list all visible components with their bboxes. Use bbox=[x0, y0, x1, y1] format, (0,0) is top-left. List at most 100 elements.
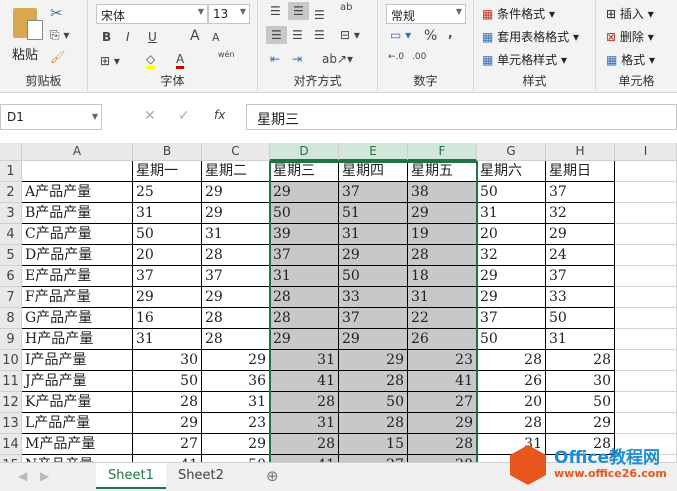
row-header[interactable]: 9 bbox=[0, 329, 22, 350]
table-cell[interactable]: 31 bbox=[546, 329, 615, 350]
column-header-e[interactable]: E bbox=[339, 143, 408, 161]
cancel-icon[interactable]: ✕ bbox=[144, 108, 156, 124]
table-cell[interactable] bbox=[615, 350, 677, 371]
table-cell[interactable]: 29 bbox=[339, 350, 408, 371]
table-cell[interactable]: 26 bbox=[408, 329, 477, 350]
column-header-i[interactable]: I bbox=[615, 143, 677, 161]
header-cell[interactable]: 星期六 bbox=[477, 161, 546, 182]
row-header[interactable]: 7 bbox=[0, 287, 22, 308]
table-cell[interactable]: 50 bbox=[546, 392, 615, 413]
shrink-font-button[interactable]: A bbox=[212, 31, 220, 44]
table-cell[interactable]: 29 bbox=[202, 287, 270, 308]
table-cell[interactable]: C产品产量 bbox=[22, 224, 133, 245]
table-cell[interactable]: 29 bbox=[202, 434, 270, 455]
scroll-left-icon[interactable]: ◀ bbox=[18, 469, 27, 483]
align-right-icon[interactable]: ☰ bbox=[314, 28, 325, 42]
merge-icon[interactable]: ⊟ ▾ bbox=[340, 28, 360, 42]
insert-button[interactable]: ⊞ 插入 ▾ bbox=[606, 5, 654, 22]
table-cell[interactable]: 29 bbox=[202, 182, 270, 203]
table-cell[interactable] bbox=[615, 287, 677, 308]
table-cell[interactable]: 20 bbox=[133, 245, 202, 266]
table-cell[interactable]: 29 bbox=[202, 350, 270, 371]
font-size-select[interactable]: 13 ▼ bbox=[208, 4, 250, 24]
name-box[interactable]: D1 ▼ bbox=[0, 104, 102, 130]
sheet-tab-sheet1[interactable]: Sheet1 bbox=[96, 463, 166, 489]
column-header-b[interactable]: B bbox=[133, 143, 202, 161]
align-bottom-icon[interactable]: ☰ bbox=[314, 8, 325, 22]
row-header[interactable]: 13 bbox=[0, 413, 22, 434]
number-format-select[interactable]: 常规 ▼ bbox=[386, 4, 466, 24]
table-cell[interactable]: 28 bbox=[202, 308, 270, 329]
table-cell[interactable]: 16 bbox=[133, 308, 202, 329]
table-cell[interactable] bbox=[615, 413, 677, 434]
table-cell[interactable]: 29 bbox=[408, 203, 477, 224]
format-button[interactable]: ▦ 格式 ▾ bbox=[606, 51, 655, 68]
table-cell[interactable]: 30 bbox=[133, 350, 202, 371]
table-cell[interactable]: 37 bbox=[133, 266, 202, 287]
column-header-c[interactable]: C bbox=[202, 143, 270, 161]
table-cell[interactable]: 22 bbox=[408, 308, 477, 329]
table-cell[interactable] bbox=[615, 308, 677, 329]
align-left-icon[interactable]: ☰ bbox=[266, 26, 287, 44]
table-cell[interactable]: 29 bbox=[133, 413, 202, 434]
formula-input[interactable]: 星期三 bbox=[246, 104, 677, 130]
table-cell[interactable]: 50 bbox=[133, 224, 202, 245]
font-color-icon[interactable]: A bbox=[176, 52, 185, 69]
table-cell[interactable]: 29 bbox=[339, 245, 408, 266]
table-cell[interactable] bbox=[615, 182, 677, 203]
table-cell[interactable]: 27 bbox=[408, 392, 477, 413]
table-cell[interactable]: 29 bbox=[408, 413, 477, 434]
table-cell[interactable]: B产品产量 bbox=[22, 203, 133, 224]
align-top-icon[interactable]: ☰ bbox=[270, 4, 281, 18]
table-cell[interactable]: 29 bbox=[477, 287, 546, 308]
table-cell[interactable]: 31 bbox=[477, 203, 546, 224]
table-cell[interactable]: 31 bbox=[133, 203, 202, 224]
delete-button[interactable]: ⊠ 删除 ▾ bbox=[606, 28, 654, 45]
table-cell[interactable]: 28 bbox=[270, 434, 339, 455]
format-painter-icon[interactable]: 🖌 bbox=[50, 50, 65, 64]
table-cell[interactable]: J产品产量 bbox=[22, 371, 133, 392]
table-cell[interactable]: 50 bbox=[339, 266, 408, 287]
italic-button[interactable]: I bbox=[126, 30, 130, 44]
table-cell[interactable]: 28 bbox=[477, 350, 546, 371]
table-cell[interactable]: 31 bbox=[133, 329, 202, 350]
table-cell[interactable]: 38 bbox=[408, 182, 477, 203]
table-cell[interactable]: 27 bbox=[133, 434, 202, 455]
table-cell[interactable]: 28 bbox=[133, 392, 202, 413]
row-header[interactable]: 11 bbox=[0, 371, 22, 392]
table-cell[interactable]: 29 bbox=[270, 329, 339, 350]
table-cell[interactable]: K产品产量 bbox=[22, 392, 133, 413]
table-cell[interactable]: 24 bbox=[546, 245, 615, 266]
select-all-corner[interactable] bbox=[0, 143, 22, 161]
table-cell[interactable]: 31 bbox=[408, 287, 477, 308]
column-header-h[interactable]: H bbox=[546, 143, 615, 161]
align-center-icon[interactable]: ☰ bbox=[292, 28, 303, 42]
table-cell[interactable]: 28 bbox=[408, 245, 477, 266]
table-cell[interactable]: 25 bbox=[133, 182, 202, 203]
row-header[interactable]: 2 bbox=[0, 182, 22, 203]
row-header[interactable]: 12 bbox=[0, 392, 22, 413]
table-cell[interactable]: 37 bbox=[339, 308, 408, 329]
table-cell[interactable]: D产品产量 bbox=[22, 245, 133, 266]
table-cell[interactable]: 41 bbox=[408, 371, 477, 392]
table-cell[interactable]: 37 bbox=[477, 308, 546, 329]
table-cell[interactable]: 28 bbox=[408, 434, 477, 455]
table-cell[interactable]: 19 bbox=[408, 224, 477, 245]
table-cell[interactable]: 20 bbox=[477, 392, 546, 413]
table-cell[interactable]: 33 bbox=[339, 287, 408, 308]
column-header-d[interactable]: D bbox=[270, 143, 339, 161]
table-cell[interactable]: 28 bbox=[270, 392, 339, 413]
decrease-decimal-icon[interactable]: .00 bbox=[412, 52, 426, 62]
table-cell[interactable]: 28 bbox=[546, 350, 615, 371]
table-cell[interactable]: 28 bbox=[339, 413, 408, 434]
table-cell[interactable]: 37 bbox=[546, 182, 615, 203]
table-cell[interactable]: 18 bbox=[408, 266, 477, 287]
enter-icon[interactable]: ✓ bbox=[178, 108, 190, 124]
header-cell[interactable]: 星期五 bbox=[408, 161, 477, 182]
table-cell[interactable]: E产品产量 bbox=[22, 266, 133, 287]
header-cell[interactable]: 星期三 bbox=[270, 161, 339, 182]
row-header[interactable]: 14 bbox=[0, 434, 22, 455]
table-cell[interactable]: I产品产量 bbox=[22, 350, 133, 371]
sheet-tab-sheet2[interactable]: Sheet2 bbox=[166, 463, 236, 489]
decrease-indent-icon[interactable]: ⇤ bbox=[270, 52, 280, 66]
